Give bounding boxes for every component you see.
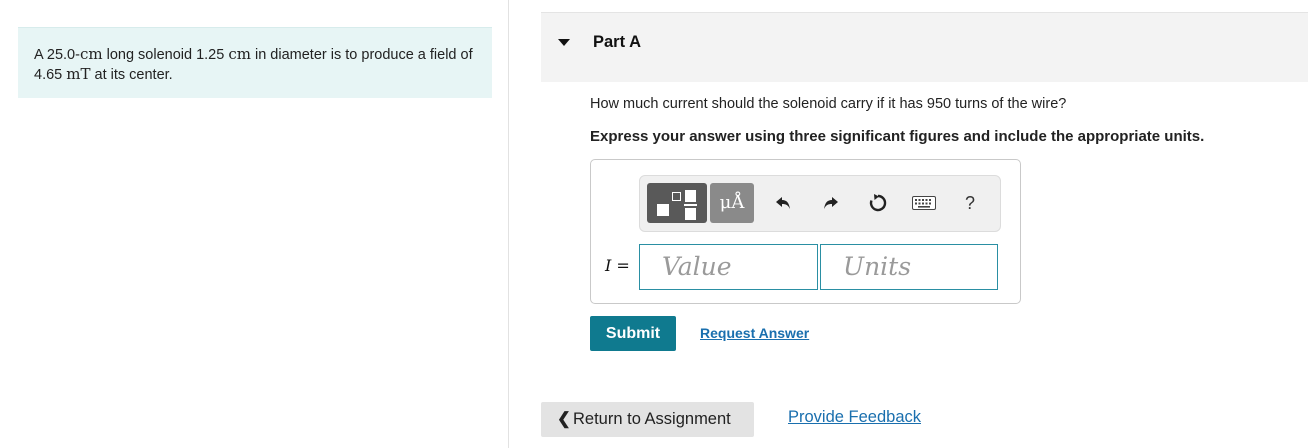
variable-label: I = (605, 256, 630, 275)
units-button[interactable]: μÅ (710, 183, 754, 223)
problem-text-1: A 25.0- (34, 47, 80, 63)
return-to-assignment-button[interactable]: ❮ Return to Assignment (541, 402, 754, 437)
problem-statement: A 25.0-cm long solenoid 1.25 cm in diame… (18, 27, 492, 98)
answer-box: μÅ ? I = Value Units (590, 159, 1021, 304)
units-input[interactable]: Units (820, 244, 998, 290)
redo-icon (824, 197, 838, 209)
question-text: How much current should the solenoid car… (590, 96, 1067, 112)
instruction-text: Express your answer using three signific… (590, 128, 1205, 145)
math-toolbar: μÅ ? (639, 175, 1001, 232)
provide-feedback-link[interactable]: Provide Feedback (788, 408, 921, 427)
problem-unit-cm-1: cm (79, 45, 103, 63)
keyboard-button[interactable] (908, 183, 940, 223)
problem-text-2: long solenoid 1.25 (102, 47, 229, 63)
problem-text-4: at its center. (90, 67, 173, 83)
reset-icon (869, 194, 887, 212)
part-a-header[interactable]: Part A (541, 12, 1308, 82)
request-answer-link[interactable]: Request Answer (700, 325, 809, 341)
return-label: Return to Assignment (573, 410, 731, 428)
undo-icon (776, 197, 790, 209)
help-button[interactable]: ? (958, 183, 982, 223)
reset-button[interactable] (862, 183, 894, 223)
redo-button[interactable] (814, 183, 846, 223)
part-title: Part A (593, 33, 641, 51)
problem-unit-mt: mT (66, 65, 91, 83)
problem-unit-cm-2: cm (228, 45, 251, 63)
keyboard-icon (912, 196, 936, 210)
help-icon: ? (964, 193, 975, 213)
collapse-caret-icon[interactable] (558, 39, 570, 46)
panel-divider (508, 0, 509, 448)
templates-button[interactable] (647, 183, 707, 223)
value-input[interactable]: Value (639, 244, 818, 290)
undo-button[interactable] (768, 183, 800, 223)
equals-sign: = (611, 256, 630, 275)
chevron-left-icon: ❮ (557, 410, 571, 428)
submit-button[interactable]: Submit (590, 316, 676, 351)
